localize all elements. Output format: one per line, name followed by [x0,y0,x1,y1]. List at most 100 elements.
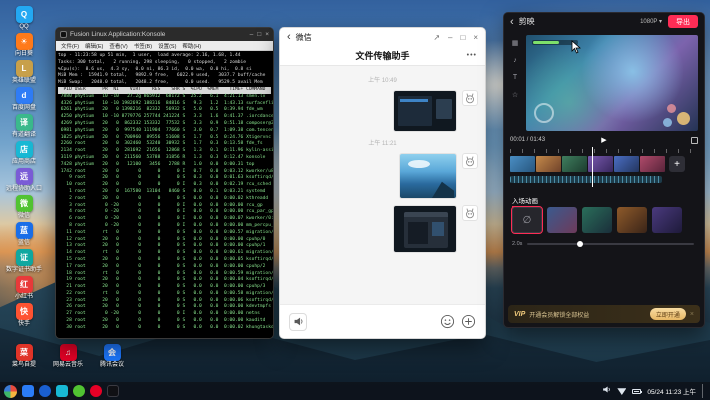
duration-label: 2.0s [512,241,522,247]
maximize-button[interactable]: □ [257,31,261,38]
popout-icon[interactable]: ↗ [433,33,440,42]
tab-entrance-animation[interactable]: 入场动画 [512,195,538,207]
avatar[interactable] [462,153,478,169]
clip-thumbnail[interactable] [640,156,665,172]
desktop-icon-sunflower[interactable]: ☀向日葵 [6,33,42,58]
wechat-title: 微信 [296,32,312,43]
taskbar-clock[interactable]: 05/24 11:23 上午 [647,386,696,396]
taskbar-appstore-icon[interactable] [56,385,68,397]
desktop-icon-lanxin[interactable]: 蓝蓝信 [6,222,42,247]
fullscreen-icon[interactable] [691,137,698,144]
animation-preset-card[interactable] [652,207,682,233]
desktop-icon-kuaishou[interactable]: 快快手 [6,303,42,328]
editor-side-toolbar: ▦ ♪ T ☆ [508,39,522,99]
menu-view[interactable]: 查看(V) [109,42,127,50]
icon-label: 百度网盘 [6,105,42,112]
desktop-icon-xiaohongshu[interactable]: 红小红书 [6,276,42,301]
wechat-window: ‹ 微信 ↗ – □ × 文件传输助手 ••• 上午 10:49 [279,27,486,339]
resolution-dropdown[interactable]: 1080P ▾ [640,18,662,25]
konsole-icon [60,31,67,38]
desktop-icon-lol[interactable]: L英雄联盟 [6,60,42,85]
taskbar-file-manager-icon[interactable] [22,385,34,397]
chat-message [287,90,478,132]
vip-banner-text: 开通会员解锁全部权益 [529,310,646,319]
close-button[interactable]: × [473,33,478,42]
chat-message-list[interactable]: 上午 10:49 上午 11:21 [280,66,485,304]
baidu-pan-icon: d [16,87,33,104]
menu-help[interactable]: 帮助(H) [182,42,201,50]
timeline-video-track[interactable]: + [510,155,685,173]
network-icon[interactable] [617,387,626,395]
battery-icon[interactable] [632,389,641,394]
close-button[interactable]: × [265,31,269,38]
menu-file[interactable]: 文件(F) [61,42,79,50]
timeline-ruler[interactable] [510,149,698,153]
duration-slider[interactable] [527,243,694,245]
menu-settings[interactable]: 设置(S) [158,42,176,50]
clip-thumbnail[interactable] [510,156,535,172]
terminal-titlebar[interactable]: Fusion Linux Application:Konsole – □ × [56,28,273,41]
emoji-icon[interactable] [440,314,455,329]
desktop-icon-netease-music[interactable]: ♫网易云音乐 [50,344,86,369]
desktop-icon-qq[interactable]: QQQ [6,6,42,31]
clip-thumbnail[interactable] [562,156,587,172]
media-tool-icon[interactable]: ▦ [512,39,519,47]
sent-image-screenshot-1[interactable] [393,90,457,132]
timeline-audio-track[interactable] [510,176,662,183]
wechat-titlebar[interactable]: ‹ 微信 ↗ – □ × [280,28,485,46]
video-preview[interactable] [526,35,698,131]
desktop-icon-wechat[interactable]: 微微信 [6,195,42,220]
avatar[interactable] [462,205,478,221]
clip-thumbnail[interactable] [536,156,561,172]
avatar[interactable] [462,90,478,106]
chevron-down-icon: ▾ [659,19,662,25]
sent-image-artwork[interactable] [399,153,457,199]
menu-edit[interactable]: 编辑(E) [85,42,103,50]
export-button[interactable]: 导出 [668,15,698,28]
back-icon[interactable]: ‹ [287,32,291,42]
text-tool-icon[interactable]: T [513,74,517,81]
animation-preset-none[interactable]: ∅ [512,207,542,233]
attach-plus-icon[interactable] [461,314,476,329]
desktop-icon-certificate[interactable]: 证数字证书助手 [6,249,42,274]
minimize-button[interactable]: – [448,33,452,42]
animation-duration-row: 2.0s [512,241,694,247]
taskbar-music-icon[interactable] [90,385,102,397]
minimize-button[interactable]: – [250,31,254,38]
play-button[interactable]: ▶ [601,136,606,144]
vip-close-icon[interactable]: × [690,311,694,318]
taskbar-browser-icon[interactable] [39,385,51,397]
desktop-icon-cainiao[interactable]: 菜菜鸟自提 [6,344,42,369]
audio-tool-icon[interactable]: ♪ [513,57,517,64]
animation-preset-card[interactable] [617,207,647,233]
desktop-icon-baidu-pan[interactable]: d百度网盘 [6,87,42,112]
terminal-output[interactable]: top - 11:23:58 up 51 min, 1 user, load a… [56,51,273,338]
slider-knob[interactable] [577,241,583,247]
editor-titlebar[interactable]: ‹ 剪映 1080P ▾ 导出 [504,13,704,30]
show-desktop-button[interactable] [702,384,706,398]
maximize-button[interactable]: □ [460,33,465,42]
timeline-playhead[interactable] [592,147,593,187]
taskbar-wechat-icon[interactable] [73,385,85,397]
message-input[interactable] [313,312,434,332]
netease-music-icon: ♫ [60,344,77,361]
desktop-icon-appstore[interactable]: 店应用商店 [6,141,42,166]
desktop-icon-remote-assist[interactable]: 远远程协助入口 [6,168,42,193]
desktop-icon-translate[interactable]: 译有道翻译 [6,114,42,139]
back-icon[interactable]: ‹ [510,17,514,27]
volume-icon[interactable] [602,385,611,397]
clip-thumbnail[interactable] [614,156,639,172]
vip-subscribe-button[interactable]: 立即开通 [650,308,686,320]
taskbar-jianying-icon[interactable] [107,385,119,397]
animation-preset-card[interactable] [582,207,612,233]
menu-bookmarks[interactable]: 书签(B) [134,42,152,50]
add-clip-button[interactable]: + [669,156,685,172]
sent-image-screenshot-2[interactable] [393,205,457,253]
effects-tool-icon[interactable]: ☆ [512,91,518,99]
more-icon[interactable]: ••• [467,52,477,59]
voice-icon[interactable] [289,313,307,331]
launcher-icon[interactable] [4,385,17,398]
animation-preset-card[interactable] [547,207,577,233]
lol-icon: L [16,60,33,77]
desktop-icon-tencent-meeting[interactable]: 会腾讯会议 [94,344,130,369]
